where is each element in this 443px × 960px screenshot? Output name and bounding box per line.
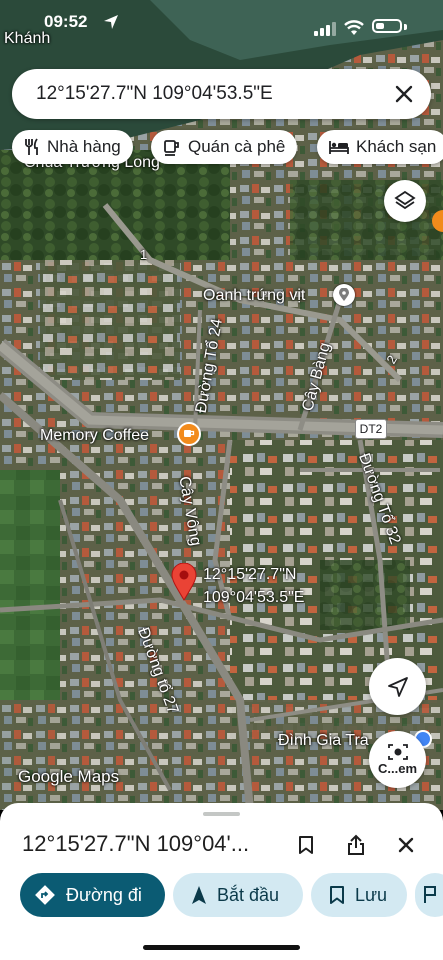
coffee-cup-icon: [163, 138, 181, 156]
battery-tip: [404, 24, 407, 30]
pin-latitude-label: 12°15'27.7"N: [203, 566, 297, 583]
directions-button[interactable]: Đường đi: [20, 873, 165, 917]
drag-handle[interactable]: [203, 812, 240, 816]
home-indicator[interactable]: [143, 945, 300, 950]
save-action-button[interactable]: Lưu: [311, 873, 407, 917]
dropped-pin-icon[interactable]: [171, 563, 197, 601]
navigation-arrow-icon: [387, 676, 408, 697]
battery-icon: [372, 19, 402, 33]
status-bar: 09:52: [0, 0, 443, 44]
camera-search-icon: [387, 744, 408, 760]
my-location-button[interactable]: [369, 658, 426, 715]
search-query[interactable]: 12°15'27.7"N 109°04'53.5"E: [36, 83, 273, 105]
chip-label: Quán cà phê: [188, 137, 286, 156]
chip-cafes[interactable]: Quán cà phê: [151, 130, 298, 164]
bookmark-icon: [329, 885, 345, 905]
chip-hotels[interactable]: Khách sạn: [317, 130, 443, 164]
map-pin-icon[interactable]: [333, 284, 355, 306]
flag-icon: [423, 886, 437, 904]
map-label-dinh-gia-tra[interactable]: Đình Gia Tra: [278, 732, 369, 750]
wifi-icon: [344, 20, 364, 35]
map-label-memory-coffee[interactable]: Memory Coffee: [40, 427, 149, 445]
directions-icon: [34, 884, 56, 906]
share-button[interactable]: [342, 831, 370, 859]
close-icon[interactable]: [391, 81, 417, 107]
directions-label: Đường đi: [66, 884, 142, 905]
fork-knife-icon: [24, 138, 40, 156]
signal-icon: [314, 22, 336, 36]
bed-icon: [329, 139, 349, 155]
chip-restaurants[interactable]: Nhà hàng: [12, 130, 133, 164]
more-action-button[interactable]: [415, 873, 443, 917]
place-title: 12°15'27.7"N 109°04'...: [22, 831, 250, 856]
map-label-oanh[interactable]: Oanh trứng vịt: [203, 287, 305, 305]
save-button[interactable]: [292, 831, 320, 859]
road-label-1: 1: [140, 247, 148, 262]
layers-button[interactable]: [384, 180, 426, 222]
search-bar[interactable]: 12°15'27.7"N 109°04'53.5"E: [12, 69, 431, 119]
location-arrow-icon: [104, 15, 118, 29]
chip-label: Nhà hàng: [47, 137, 121, 156]
category-chips: Nhà hàng Quán cà phê Khách sạn: [12, 130, 443, 164]
navigation-arrow-icon: [191, 885, 207, 905]
share-icon: [348, 834, 364, 855]
google-maps-watermark: Google Maps: [18, 767, 120, 786]
chip-label: Khách sạn: [356, 137, 437, 156]
lens-label: C...em: [377, 761, 417, 776]
start-label: Bắt đầu: [217, 884, 280, 905]
start-button[interactable]: Bắt đầu: [173, 873, 303, 917]
save-label: Lưu: [355, 884, 388, 905]
pin-longitude-label: 109°04'53.5"E: [203, 589, 305, 606]
status-time: 09:52: [44, 12, 88, 31]
bookmark-icon: [299, 836, 313, 854]
road-shield-dt2: DT2: [355, 419, 387, 439]
close-sheet-button[interactable]: [392, 831, 420, 859]
layers-icon: [394, 190, 416, 210]
close-icon: [398, 837, 414, 853]
lens-button[interactable]: C...em: [369, 731, 426, 788]
coffee-marker-icon[interactable]: [177, 422, 201, 446]
